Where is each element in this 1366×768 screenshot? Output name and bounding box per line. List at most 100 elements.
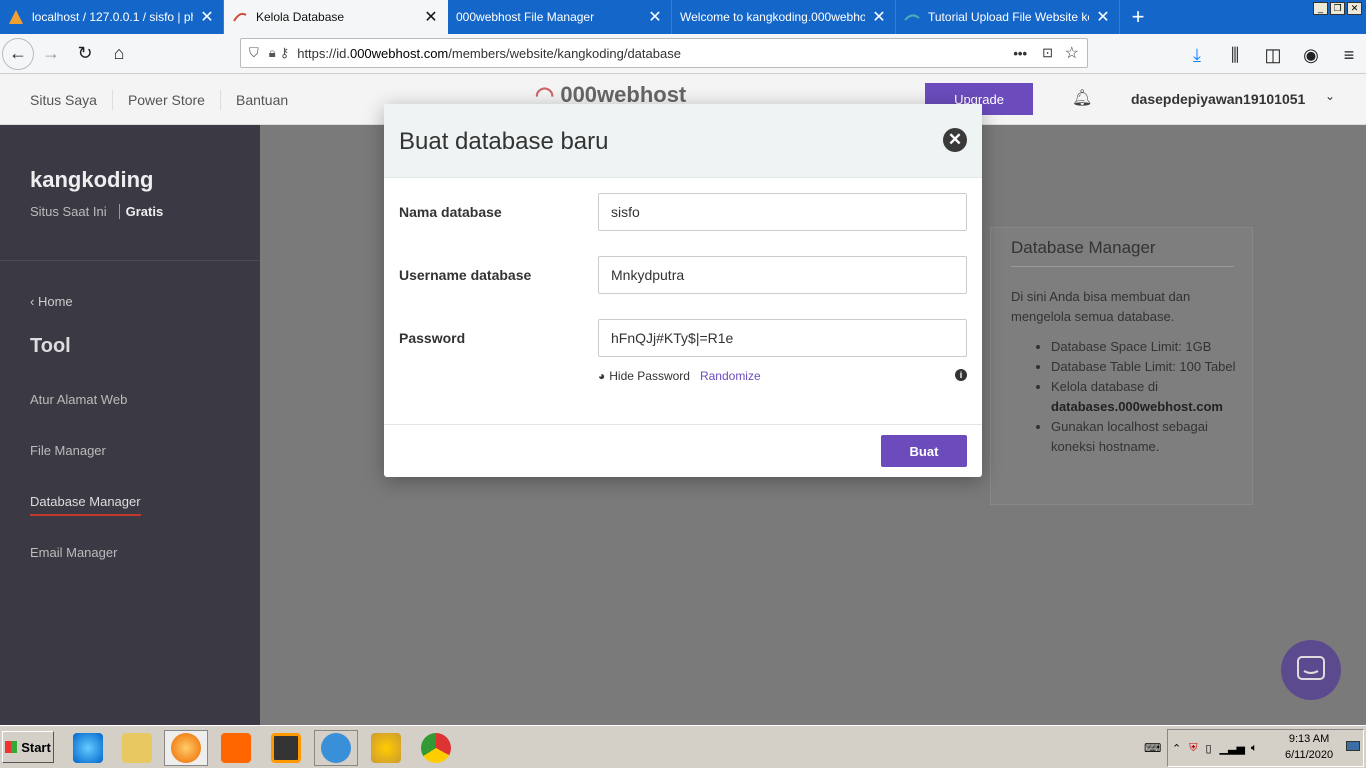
- start-button[interactable]: Start: [2, 731, 54, 763]
- toolbar-icons: ⤓ ⫼ ◫ ◉ ≡: [1180, 38, 1366, 72]
- password-tools: ◕ Hide Password Randomize: [598, 369, 761, 383]
- security-icon[interactable]: ⛨: [1189, 742, 1197, 755]
- field-row-username-database: Username database: [399, 256, 967, 294]
- back-icon[interactable]: ←: [2, 37, 34, 70]
- site-nav: Situs Saya Power Store Bantuan: [0, 74, 303, 125]
- url-bar[interactable]: ⛉ 🔒︎ ⚷ https://id.000webhost.com/members…: [240, 38, 1088, 68]
- database-username-input[interactable]: [598, 256, 967, 294]
- pocket-icon[interactable]: ⊡: [1042, 45, 1053, 61]
- download-icon[interactable]: ⤓: [1180, 38, 1214, 72]
- close-icon[interactable]: ✕: [871, 7, 887, 27]
- firefox-icon[interactable]: [164, 730, 208, 766]
- battery-icon[interactable]: ▯: [1205, 742, 1211, 755]
- chevron-up-icon[interactable]: ⌃: [1172, 742, 1181, 755]
- reload-icon[interactable]: ↻: [68, 37, 102, 71]
- sidebar-item-file-manager[interactable]: File Manager: [30, 443, 106, 458]
- create-database-modal: Buat database baru ✕ Nama database Usern…: [384, 104, 982, 477]
- nav-situs-saya[interactable]: Situs Saya: [0, 89, 113, 110]
- account-icon[interactable]: ◉: [1294, 38, 1328, 72]
- tab-label: Kelola Database: [256, 10, 345, 24]
- chat-icon[interactable]: [1281, 640, 1341, 700]
- field-label: Password: [399, 330, 466, 346]
- window-controls: _ ❐ ✕: [1313, 2, 1362, 15]
- close-icon[interactable]: ✕: [647, 7, 663, 27]
- modal-header: Buat database baru ✕: [384, 104, 982, 178]
- sidebar-item-database-manager[interactable]: Database Manager: [30, 494, 141, 516]
- close-icon[interactable]: ✕: [943, 128, 967, 152]
- keyboard-icon[interactable]: ⌨: [1144, 741, 1161, 755]
- info-card-list: Database Space Limit: 1GB Database Table…: [1051, 337, 1241, 457]
- site-meta: Situs Saat Ini Gratis: [30, 204, 164, 219]
- tab-welcome[interactable]: Welcome to kangkoding.000webhostap ✕: [672, 0, 896, 34]
- library-icon[interactable]: ⫼: [1218, 38, 1252, 72]
- divider: [1011, 266, 1234, 267]
- list-item: Database Space Limit: 1GB: [1051, 337, 1241, 357]
- eye-slash-icon[interactable]: ◕: [598, 369, 605, 383]
- file-explorer-icon[interactable]: [115, 730, 159, 766]
- sidebar-icon[interactable]: ◫: [1256, 38, 1290, 72]
- close-window-icon[interactable]: ✕: [1347, 2, 1362, 15]
- new-tab-icon[interactable]: +: [1120, 0, 1156, 34]
- maximize-icon[interactable]: ❐: [1330, 2, 1345, 15]
- sidebar-item-email-manager[interactable]: Email Manager: [30, 545, 117, 560]
- paint-icon[interactable]: [364, 730, 408, 766]
- tab-kelola-database[interactable]: Kelola Database ✕: [224, 0, 448, 34]
- chrome-icon[interactable]: [414, 730, 458, 766]
- tab-label: localhost / 127.0.0.1 / sisfo | phpM: [32, 10, 193, 24]
- list-item: Gunakan localhost sebagai koneksi hostna…: [1051, 417, 1241, 457]
- url-prefix: https://id.: [297, 45, 350, 61]
- field-row-nama-database: Nama database: [399, 193, 967, 231]
- volume-icon[interactable]: 🔈︎: [1251, 742, 1258, 755]
- shield-icon[interactable]: ⛉: [249, 45, 259, 61]
- close-icon[interactable]: ✕: [1095, 7, 1111, 27]
- divider: [0, 260, 260, 261]
- menu-icon[interactable]: ≡: [1332, 38, 1366, 72]
- close-icon[interactable]: ✕: [423, 7, 439, 27]
- sublime-text-icon[interactable]: [264, 730, 308, 766]
- field-row-password: Password: [399, 319, 967, 357]
- clock-time: 9:13 AM: [1288, 733, 1330, 745]
- home-icon[interactable]: ⌂: [102, 37, 136, 71]
- password-input[interactable]: [598, 319, 967, 357]
- field-label: Nama database: [399, 204, 502, 220]
- databases-link: databases.000webhost.com: [1051, 399, 1223, 414]
- sidebar-item-atur-alamat-web[interactable]: Atur Alamat Web: [30, 392, 127, 407]
- tab-tutorial[interactable]: Tutorial Upload File Website ke Ho ✕: [896, 0, 1120, 34]
- hide-password-link[interactable]: Hide Password: [609, 369, 690, 383]
- randomize-link[interactable]: Randomize: [700, 369, 761, 383]
- nav-bantuan[interactable]: Bantuan: [221, 90, 303, 110]
- chevron-down-icon[interactable]: ⌄: [1325, 89, 1335, 103]
- site-icon: [904, 9, 920, 25]
- clock[interactable]: 9:13 AM 6/11/2020: [1285, 731, 1333, 763]
- more-icon[interactable]: •••: [1013, 46, 1027, 61]
- home-label: Home: [37, 294, 73, 309]
- system-tray: ⌨ ⌃ ⛨ ▯ ▁▃▅ 🔈︎: [1144, 729, 1364, 767]
- star-icon[interactable]: ☆: [1065, 43, 1079, 63]
- dolphin-icon[interactable]: [314, 730, 358, 766]
- field-label: Username database: [399, 267, 532, 283]
- bell-icon[interactable]: 🔔︎: [1072, 88, 1092, 108]
- tab-phpmyadmin[interactable]: localhost / 127.0.0.1 / sisfo | phpM ✕: [0, 0, 224, 34]
- info-icon[interactable]: i: [955, 369, 967, 381]
- internet-explorer-icon[interactable]: [66, 730, 110, 766]
- url-text: https://id.000webhost.com/members/websit…: [297, 46, 681, 61]
- close-icon[interactable]: ✕: [199, 7, 215, 27]
- key-icon[interactable]: ⚷: [280, 45, 290, 61]
- minimize-icon[interactable]: _: [1313, 2, 1328, 15]
- database-name-input[interactable]: [598, 193, 967, 231]
- url-domain: 000webhost.com: [349, 45, 449, 61]
- username[interactable]: dasepdepiyawan19101051: [1131, 91, 1305, 107]
- network-icon[interactable]: ▁▃▅: [1220, 742, 1245, 755]
- tab-bar: localhost / 127.0.0.1 / sisfo | phpM ✕ K…: [0, 0, 1366, 34]
- sidebar: kangkoding Situs Saat Ini Gratis ‹ Home T…: [0, 125, 260, 725]
- plan-label: Gratis: [118, 204, 164, 219]
- create-button[interactable]: Buat: [881, 435, 967, 467]
- tab-file-manager[interactable]: 000webhost File Manager ✕: [448, 0, 672, 34]
- nav-power-store[interactable]: Power Store: [113, 89, 221, 110]
- webhost-icon: [232, 9, 248, 25]
- sidebar-home-link[interactable]: ‹ Home: [30, 294, 73, 309]
- xampp-icon[interactable]: [214, 730, 258, 766]
- forward-icon[interactable]: →: [34, 37, 68, 71]
- start-label: Start: [21, 739, 51, 755]
- desktop-icon[interactable]: [1346, 741, 1360, 751]
